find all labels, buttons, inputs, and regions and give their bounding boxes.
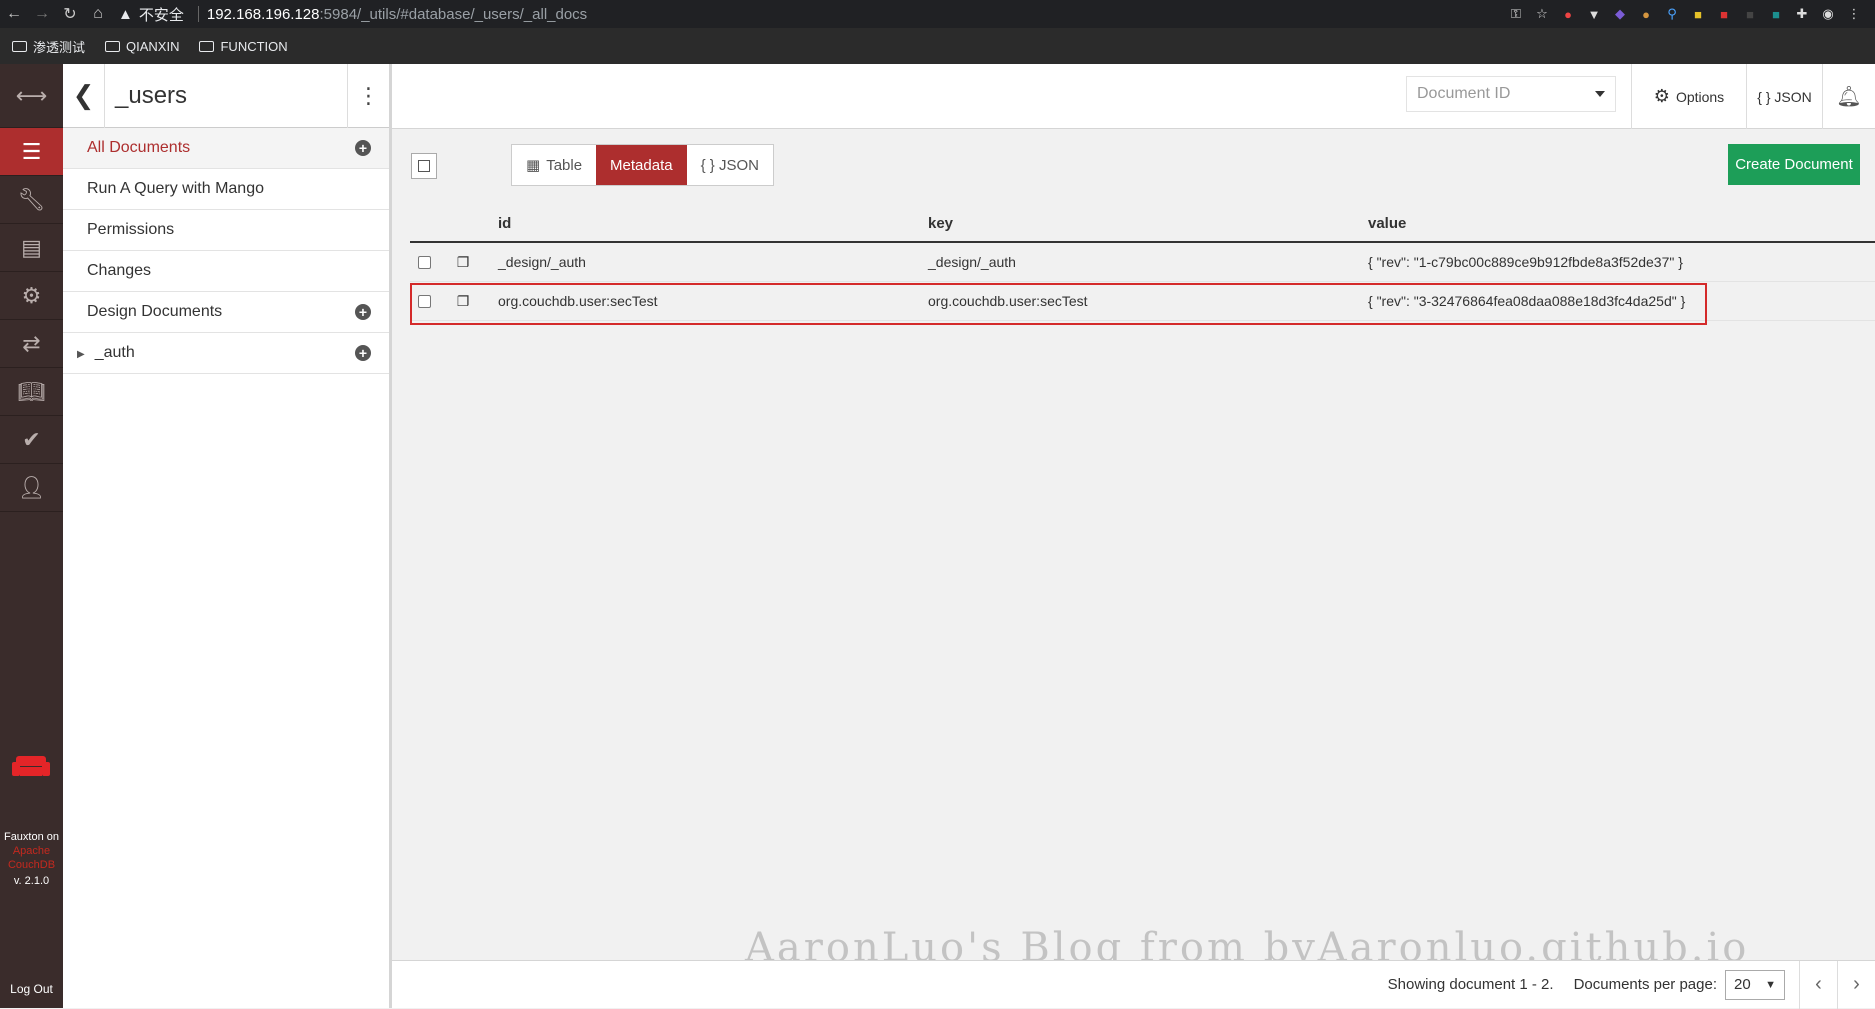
per-page-select[interactable]: 20 ▼ xyxy=(1725,969,1785,1000)
url-host: 192.168.196.128 xyxy=(206,5,320,23)
row-checkbox[interactable] xyxy=(417,255,431,269)
tab-json[interactable]: { } JSON xyxy=(687,145,773,185)
extension-icon[interactable]: ◆ xyxy=(1609,3,1631,25)
row-value: { "rev": "3-32476864fea08daa088e18d3fc4d… xyxy=(1368,293,1686,309)
row-checkbox[interactable] xyxy=(417,294,431,308)
sidebar-item-design-auth[interactable]: ▶ _auth + xyxy=(63,333,389,374)
extensions-bar: ⚿ ☆ ● ▼ ◆ ● ⚲ ■ ■ ■ ■ ✚ ◉ ⋮ xyxy=(1505,0,1875,28)
warning-icon: ▲ xyxy=(118,5,133,23)
key-icon[interactable]: ⚿ xyxy=(1505,3,1527,25)
logout-link[interactable]: Log Out xyxy=(0,982,63,996)
table-row[interactable]: ❐ org.couchdb.user:secTest org.couchdb.u… xyxy=(410,282,1875,321)
select-all-checkbox[interactable] xyxy=(411,153,437,179)
tab-table[interactable]: ▦ Table xyxy=(512,145,596,185)
docs-icon[interactable]: 📖︎ xyxy=(0,368,63,416)
menu-icon[interactable]: ⋮ xyxy=(1843,3,1865,25)
sidebar-item-all-documents[interactable]: All Documents + xyxy=(63,128,389,169)
previous-page-icon[interactable]: ‹ xyxy=(1799,960,1837,1009)
documents-table: id key value ❐ _design/_auth _design/_au… xyxy=(410,205,1875,321)
gear-icon[interactable]: ⚙ xyxy=(0,272,63,320)
browser-toolbar: ← → ↻ ⌂ ▲ 不安全 192.168.196.128:5984/_util… xyxy=(0,0,1875,28)
sidebar-item-changes[interactable]: Changes xyxy=(63,251,389,292)
row-id[interactable]: org.couchdb.user:secTest xyxy=(488,293,928,309)
add-icon[interactable]: + xyxy=(355,345,371,361)
caret-right-icon[interactable]: ▶ xyxy=(77,349,85,360)
kebab-menu-icon[interactable]: ⋮ xyxy=(347,63,389,128)
bookmark-folder[interactable]: 渗透测试 xyxy=(12,37,85,56)
star-icon[interactable]: ☆ xyxy=(1531,3,1553,25)
cookie-icon[interactable]: ● xyxy=(1635,3,1657,25)
copy-icon[interactable]: ❐ xyxy=(438,254,488,271)
sidebar-item-permissions[interactable]: Permissions xyxy=(63,210,389,251)
nav-toggle-icon[interactable]: ⟷ xyxy=(0,64,63,128)
home-icon[interactable]: ⌂ xyxy=(84,0,112,28)
column-key: key xyxy=(928,214,954,232)
per-page-label: Documents per page: xyxy=(1573,976,1717,993)
add-icon[interactable]: + xyxy=(355,304,371,320)
tab-metadata[interactable]: Metadata xyxy=(596,145,687,185)
pagination-footer: Showing document 1 - 2. Documents per pa… xyxy=(392,960,1875,1009)
back-chevron-icon[interactable]: ❮ xyxy=(63,63,105,128)
extension-icon[interactable]: ■ xyxy=(1687,3,1709,25)
replication-icon[interactable]: ⇄ xyxy=(0,320,63,368)
view-tabs: ▦ Table Metadata { } JSON xyxy=(511,144,774,186)
server-icon[interactable]: ▤ xyxy=(0,224,63,272)
extension-icon[interactable]: ■ xyxy=(1739,3,1761,25)
add-icon[interactable]: + xyxy=(355,140,371,156)
column-value: value xyxy=(1368,214,1407,232)
folder-icon xyxy=(105,40,121,52)
extension-icon[interactable]: ■ xyxy=(1713,3,1735,25)
gears-icon: ⚙ xyxy=(1653,86,1670,106)
insecure-label: 不安全 xyxy=(138,6,184,24)
options-button[interactable]: ⚙ Options xyxy=(1631,64,1746,129)
row-key: _design/_auth xyxy=(928,254,1016,270)
database-sidebar: ❮ _users ⋮ All Documents + Run A Query w… xyxy=(63,63,392,1008)
create-document-button[interactable]: Create Document xyxy=(1728,144,1860,185)
bookmark-folder[interactable]: QIANXIN xyxy=(105,39,179,54)
folder-icon xyxy=(199,40,215,52)
user-icon[interactable]: 👤︎ xyxy=(0,464,63,512)
address-separator xyxy=(197,6,199,22)
version-info: Fauxton on Apache CouchDB v. 2.1.0 xyxy=(3,831,60,887)
chevron-down-icon: ▼ xyxy=(1765,978,1776,991)
extension-icon[interactable]: ■ xyxy=(1765,3,1787,25)
copy-icon[interactable]: ❐ xyxy=(438,293,488,310)
sidebar-header: ❮ _users ⋮ xyxy=(63,63,389,128)
row-key: org.couchdb.user:secTest xyxy=(928,293,1088,309)
profile-icon[interactable]: ◉ xyxy=(1817,3,1839,25)
pin-icon[interactable]: ⚲ xyxy=(1661,3,1683,25)
column-id: id xyxy=(498,214,512,232)
row-value: { "rev": "1-c79bc00c889ce9b912fbde8a3f52… xyxy=(1368,254,1683,270)
left-nav: ⟷ ☰ 🔧︎ ▤ ⚙ ⇄ 📖︎ ✔ 👤︎ Fauxton on Apache C… xyxy=(0,64,63,1008)
table-header: id key value xyxy=(410,205,1875,243)
extension-icon[interactable]: ● xyxy=(1557,3,1579,25)
reload-icon[interactable]: ↻ xyxy=(56,0,84,28)
forward-icon[interactable]: → xyxy=(28,0,56,28)
couchdb-logo-icon xyxy=(12,756,50,776)
puzzle-icon[interactable]: ✚ xyxy=(1791,3,1813,25)
table-row[interactable]: ❐ _design/_auth _design/_auth { "rev": "… xyxy=(410,243,1875,282)
back-icon[interactable]: ← xyxy=(0,0,28,28)
bell-icon[interactable]: 🔔︎ xyxy=(1822,64,1875,129)
database-icon[interactable]: ☰ xyxy=(0,128,63,176)
document-id-select[interactable]: Document ID xyxy=(1406,76,1616,112)
bookmarks-bar: 渗透测试 QIANXIN FUNCTION xyxy=(0,28,1875,64)
table-icon: ▦ xyxy=(526,157,541,174)
dropdown-arrow-icon xyxy=(1595,91,1605,97)
vue-extension-icon[interactable]: ▼ xyxy=(1583,3,1605,25)
verify-icon[interactable]: ✔ xyxy=(0,416,63,464)
bookmark-folder[interactable]: FUNCTION xyxy=(199,39,288,54)
wrench-icon[interactable]: 🔧︎ xyxy=(0,176,63,224)
sidebar-item-design-documents[interactable]: Design Documents + xyxy=(63,292,389,333)
address-bar[interactable]: ▲ 不安全 192.168.196.128:5984/_utils/#datab… xyxy=(118,2,587,26)
next-page-icon[interactable]: › xyxy=(1837,960,1875,1009)
json-button[interactable]: { } JSON xyxy=(1746,64,1822,129)
sidebar-item-mango-query[interactable]: Run A Query with Mango xyxy=(63,169,389,210)
url-path: :5984/_utils/#database/_users/_all_docs xyxy=(319,5,588,23)
row-id[interactable]: _design/_auth xyxy=(488,254,928,270)
showing-count: Showing document 1 - 2. xyxy=(1387,976,1554,993)
folder-icon xyxy=(12,40,27,52)
database-title: _users xyxy=(115,81,188,109)
